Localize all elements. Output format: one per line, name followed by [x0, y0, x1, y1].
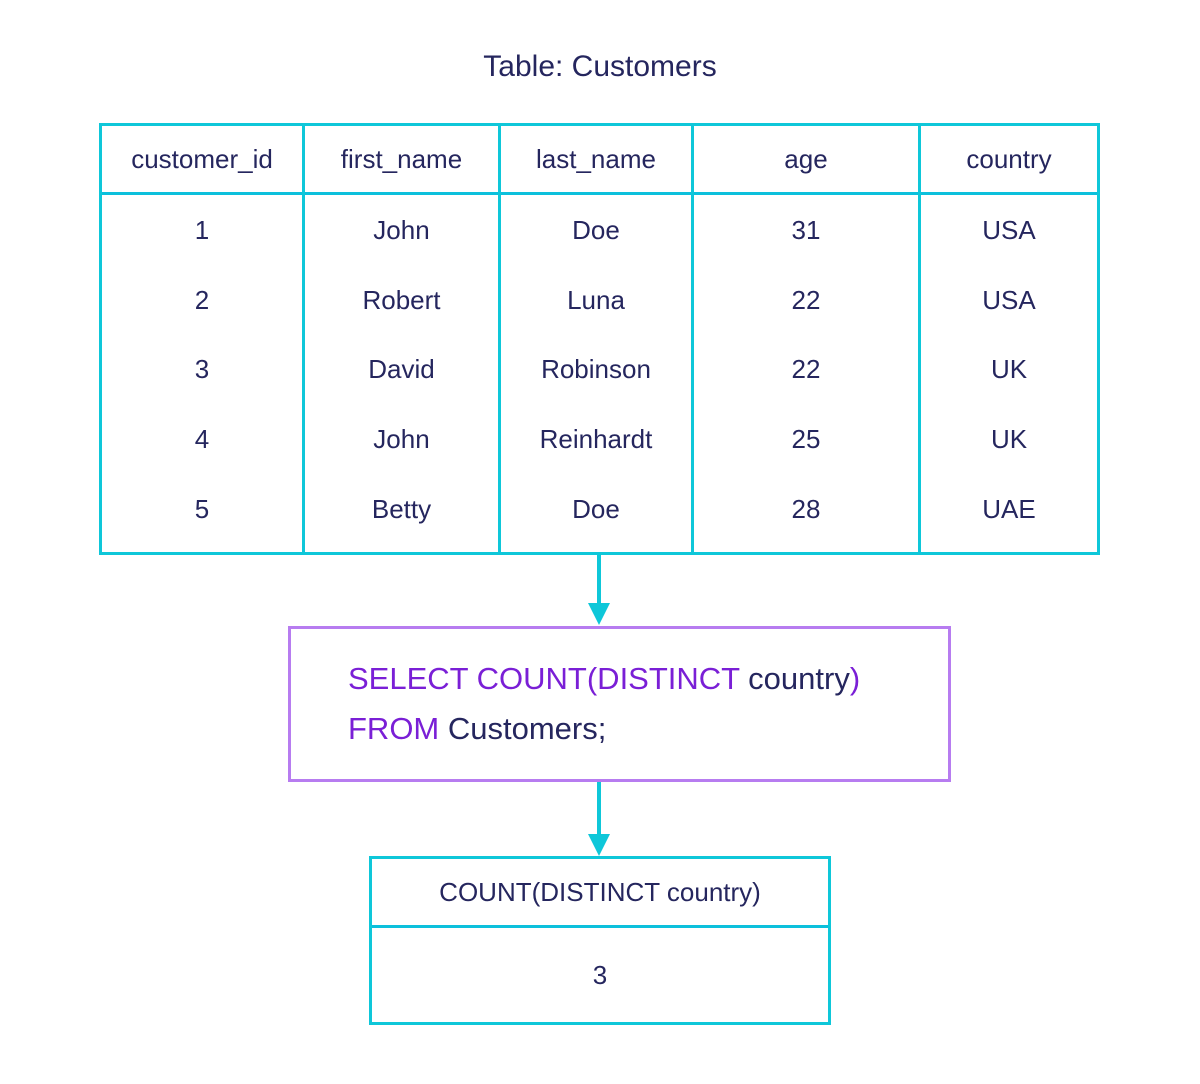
- header-first-name: first_name: [340, 144, 463, 174]
- cell-country: UAE: [982, 493, 1036, 524]
- result-header: COUNT(DISTINCT country): [372, 859, 828, 928]
- cell-last-name: Doe: [572, 493, 620, 524]
- cell-customer-id: 5: [194, 493, 210, 524]
- cell-customer-id: 1: [194, 215, 210, 245]
- result-table: COUNT(DISTINCT country) 3: [369, 856, 831, 1025]
- header-customer-id: customer_id: [131, 144, 273, 174]
- result-value: 3: [592, 960, 608, 990]
- query-line-1: SELECT COUNT(DISTINCT country): [348, 661, 860, 697]
- sql-query-box: SELECT COUNT(DISTINCT country) FROM Cust…: [288, 626, 951, 782]
- cell-age: 31: [791, 215, 821, 245]
- cell-customer-id: 2: [194, 284, 210, 315]
- cell-age: 25: [791, 424, 821, 455]
- cell-customer-id: 4: [194, 424, 210, 455]
- cell-age: 28: [791, 493, 821, 524]
- cell-first-name: John: [373, 424, 430, 455]
- arrow-down-icon: [588, 553, 610, 625]
- cell-country: USA: [982, 215, 1036, 245]
- cell-first-name: David: [368, 354, 435, 385]
- arrow-down-icon: [588, 782, 610, 856]
- cell-first-name: Betty: [371, 493, 432, 524]
- cell-last-name: Reinhardt: [539, 424, 653, 455]
- cell-age: 22: [791, 284, 821, 315]
- cell-first-name: John: [373, 215, 430, 245]
- query-line-2: FROM Customers;: [348, 711, 606, 747]
- cell-country: UK: [990, 354, 1028, 385]
- cell-country: USA: [982, 284, 1036, 315]
- cell-last-name: Doe: [572, 215, 620, 245]
- header-age: age: [784, 144, 828, 174]
- query-identifier: Customers;: [447, 711, 607, 746]
- cell-customer-id: 3: [194, 354, 210, 385]
- cell-age: 22: [791, 354, 821, 385]
- query-keyword: SELECT COUNT(DISTINCT: [348, 661, 749, 696]
- query-identifier: country: [748, 661, 850, 696]
- cell-country: UK: [990, 424, 1028, 455]
- cell-last-name: Robinson: [541, 354, 651, 385]
- query-keyword: FROM: [348, 711, 448, 746]
- header-country: country: [966, 144, 1052, 174]
- header-last-name: last_name: [536, 144, 656, 174]
- cell-last-name: Luna: [567, 284, 625, 315]
- query-keyword: ): [849, 661, 861, 696]
- diagram-title: Table: Customers: [483, 50, 717, 83]
- customers-table: customer_id first_name last_name age cou…: [99, 123, 1100, 555]
- cell-first-name: Robert: [362, 284, 441, 315]
